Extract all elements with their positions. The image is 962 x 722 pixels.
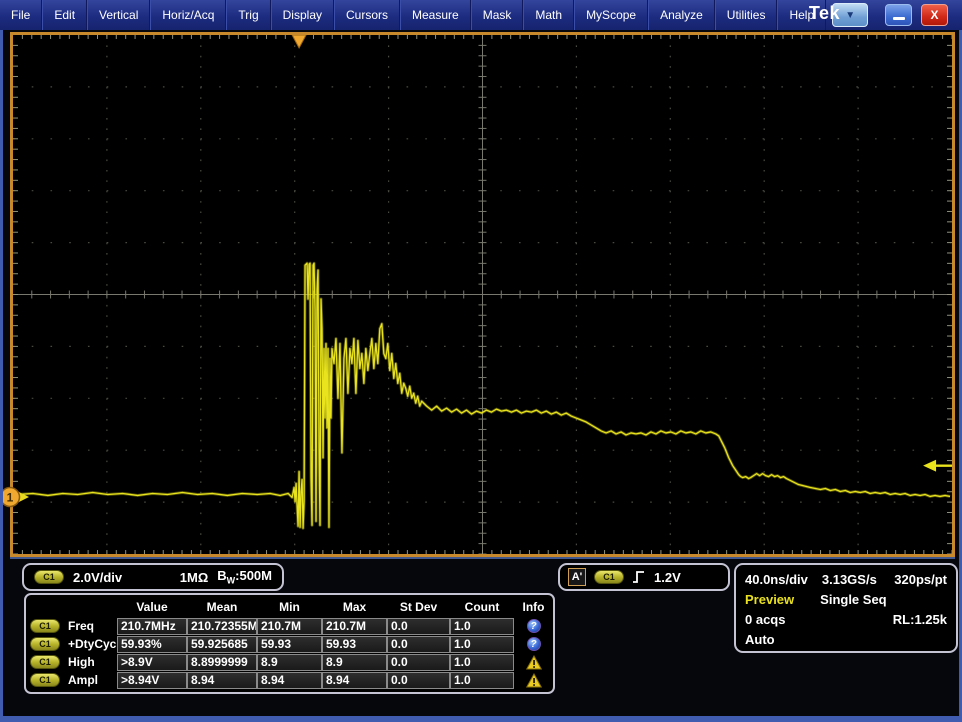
acquisition-count: 0 acqs (745, 612, 785, 627)
menu-analyze[interactable]: Analyze (648, 0, 715, 30)
trigger-mode: Auto (745, 632, 775, 647)
channel1-badge: C1 (30, 673, 60, 687)
resolution: 320ps/pt (894, 572, 947, 587)
minimize-button[interactable] (885, 4, 912, 26)
graticule (13, 35, 952, 554)
window-border-bottom (0, 716, 962, 722)
oscilloscope-app-window: File Edit Vertical Horiz/Acq Trig Displa… (0, 0, 962, 722)
trigger-level-value: 1.2V (654, 570, 681, 585)
menu-measure[interactable]: Measure (400, 0, 471, 30)
menu-edit[interactable]: Edit (42, 0, 87, 30)
col-mean: Mean (187, 600, 257, 614)
menu-utilities[interactable]: Utilities (715, 0, 778, 30)
input-impedance: 1MΩ (180, 570, 208, 585)
time-per-div: 40.0ns/div (745, 572, 808, 587)
preview-status: Preview (745, 592, 794, 607)
measurement-row-high: C1High >8.9V 8.8999999 8.9 8.9 0.0 1.0 (28, 653, 551, 671)
channel1-badge: C1 (30, 637, 60, 651)
col-max: Max (322, 600, 387, 614)
horizontal-readout[interactable]: 40.0ns/div 3.13GS/s 320ps/pt Preview Sin… (734, 563, 958, 653)
bandwidth-limit: BW:500M (217, 568, 272, 586)
menu-cursors[interactable]: Cursors (334, 0, 400, 30)
menu-vertical[interactable]: Vertical (87, 0, 150, 30)
chevron-down-icon: ▼ (845, 10, 855, 21)
menu-math[interactable]: Math (523, 0, 574, 30)
window-border-left (0, 30, 3, 716)
measurement-row-ampl: C1Ampl >8.94V 8.94 8.94 8.94 0.0 1.0 (28, 671, 551, 689)
channel1-badge: C1 (34, 570, 64, 584)
trigger-readout[interactable]: A' C1 1.2V (558, 563, 730, 591)
rising-edge-icon (632, 569, 646, 585)
menu-file[interactable]: File (0, 0, 42, 30)
menu-myscope[interactable]: MyScope (574, 0, 648, 30)
sample-rate: 3.13GS/s (822, 572, 877, 587)
menu-bar: File Edit Vertical Horiz/Acq Trig Displa… (0, 0, 962, 30)
close-icon: X (930, 8, 938, 22)
waveform-display (10, 32, 955, 557)
info-icon[interactable] (514, 655, 553, 670)
vertical-readout[interactable]: C1 2.0V/div 1MΩ BW:500M (22, 563, 284, 591)
svg-text:1: 1 (7, 491, 14, 505)
col-stdev: St Dev (387, 600, 450, 614)
col-value: Value (117, 600, 187, 614)
info-icon[interactable] (514, 673, 553, 688)
tek-logo: Tek (809, 3, 840, 24)
record-length: RL:1.25k (893, 612, 947, 627)
measurement-table: Value Mean Min Max St Dev Count Info C1F… (24, 593, 555, 694)
measurement-header-row: Value Mean Min Max St Dev Count Info (28, 596, 551, 617)
menu-display[interactable]: Display (271, 0, 334, 30)
channel1-badge: C1 (30, 619, 60, 633)
trigger-channel-badge: C1 (594, 570, 624, 584)
channel1-reference-marker[interactable]: 1 (0, 484, 32, 510)
trigger-source-badge: A' (568, 568, 586, 586)
col-count: Count (450, 600, 514, 614)
info-icon[interactable]: ? (514, 619, 553, 633)
info-icon[interactable]: ? (514, 637, 553, 651)
measurement-row-freq: C1Freq 210.7MHz 210.72355M 210.7M 210.7M… (28, 617, 551, 635)
display-bottom-highlight (10, 557, 955, 559)
col-info: Info (514, 600, 553, 614)
minimize-icon (893, 17, 905, 20)
channel1-trace (17, 263, 950, 528)
menu-horiz-acq[interactable]: Horiz/Acq (150, 0, 226, 30)
trigger-level-marker[interactable] (923, 460, 952, 472)
menu-trig[interactable]: Trig (226, 0, 270, 30)
menu-mask[interactable]: Mask (471, 0, 524, 30)
channel1-badge: C1 (30, 655, 60, 669)
acquisition-mode: Single Seq (820, 592, 886, 607)
close-button[interactable]: X (921, 4, 948, 26)
col-min: Min (257, 600, 322, 614)
measurement-row-dutycycle: C1+DtyCyc 59.93% 59.925685 59.93 59.93 0… (28, 635, 551, 653)
volts-per-div: 2.0V/div (73, 570, 122, 585)
